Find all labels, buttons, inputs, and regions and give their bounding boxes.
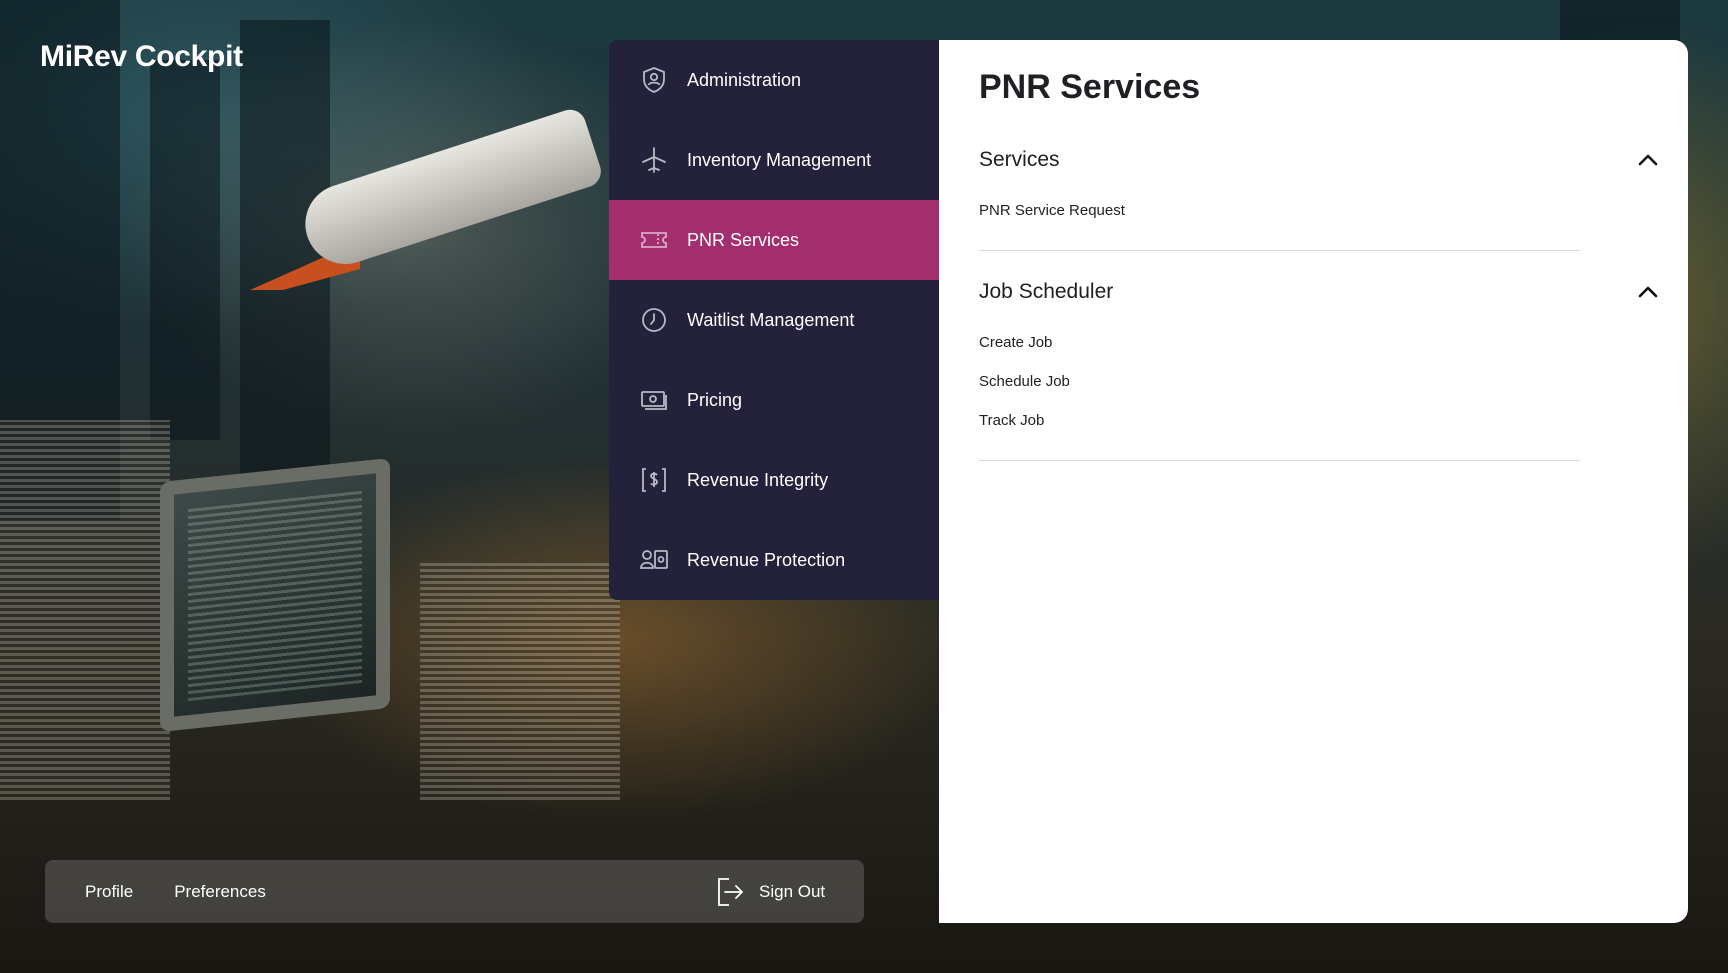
menu-item-waitlist-management[interactable]: Waitlist Management: [609, 280, 939, 360]
menu-item-label: Pricing: [687, 389, 743, 410]
sign-out-button[interactable]: Sign Out: [715, 860, 825, 923]
menu-item-label: Waitlist Management: [687, 309, 855, 330]
clock-icon: [637, 303, 671, 337]
side-menu: Administration Inventory Management PNR …: [609, 40, 939, 600]
divider: [979, 250, 1580, 251]
sign-out-label: Sign Out: [759, 881, 826, 901]
menu-item-revenue-integrity[interactable]: Revenue Integrity: [609, 440, 939, 520]
preferences-link[interactable]: Preferences: [174, 882, 266, 902]
menu-item-label: Inventory Management: [687, 149, 872, 170]
chevron-up-icon[interactable]: [1637, 149, 1659, 171]
link-pnr-service-request[interactable]: PNR Service Request: [979, 191, 1619, 230]
menu-item-label: Revenue Protection: [687, 549, 846, 570]
ticket-icon: [637, 223, 671, 257]
menu-item-pnr-services[interactable]: PNR Services: [609, 200, 939, 280]
section-job-scheduler: Job Scheduler Create Job Schedule Job Tr…: [979, 277, 1658, 440]
job-scheduler-links: Create Job Schedule Job Track Job: [979, 323, 1619, 440]
user-safe-icon: [637, 543, 671, 577]
link-create-job[interactable]: Create Job: [979, 323, 1619, 362]
sign-out-icon: [718, 877, 743, 906]
link-schedule-job[interactable]: Schedule Job: [979, 362, 1619, 401]
menu-item-label: PNR Services: [687, 229, 800, 250]
menu-item-label: Revenue Integrity: [687, 469, 829, 490]
section-title: Job Scheduler: [979, 280, 1114, 303]
footer-bar: Profile Preferences Sign Out: [45, 860, 864, 923]
shield-user-icon: [637, 63, 671, 97]
link-track-job[interactable]: Track Job: [979, 401, 1619, 440]
dollar-bracket-icon: [637, 463, 671, 497]
services-links: PNR Service Request: [979, 191, 1619, 230]
section-header-job-scheduler[interactable]: Job Scheduler: [979, 277, 1658, 307]
airplane-icon: [637, 143, 671, 177]
divider: [979, 460, 1580, 461]
menu-item-label: Administration: [687, 69, 802, 90]
chevron-up-icon[interactable]: [1637, 281, 1659, 303]
cash-icon: [637, 383, 671, 417]
section-services: Services PNR Service Request: [979, 145, 1658, 230]
menu-item-pricing[interactable]: Pricing: [609, 360, 939, 440]
profile-link[interactable]: Profile: [85, 882, 133, 902]
section-header-services[interactable]: Services: [979, 145, 1658, 175]
menu-item-administration[interactable]: Administration: [609, 40, 939, 120]
content-panel: PNR Services Services PNR Service Reques…: [939, 40, 1688, 923]
menu-item-inventory-management[interactable]: Inventory Management: [609, 120, 939, 200]
menu-item-revenue-protection[interactable]: Revenue Protection: [609, 520, 939, 600]
app-title: MiRev Cockpit: [40, 40, 243, 73]
section-title: Services: [979, 148, 1060, 171]
page-title: PNR Services: [979, 68, 1201, 106]
